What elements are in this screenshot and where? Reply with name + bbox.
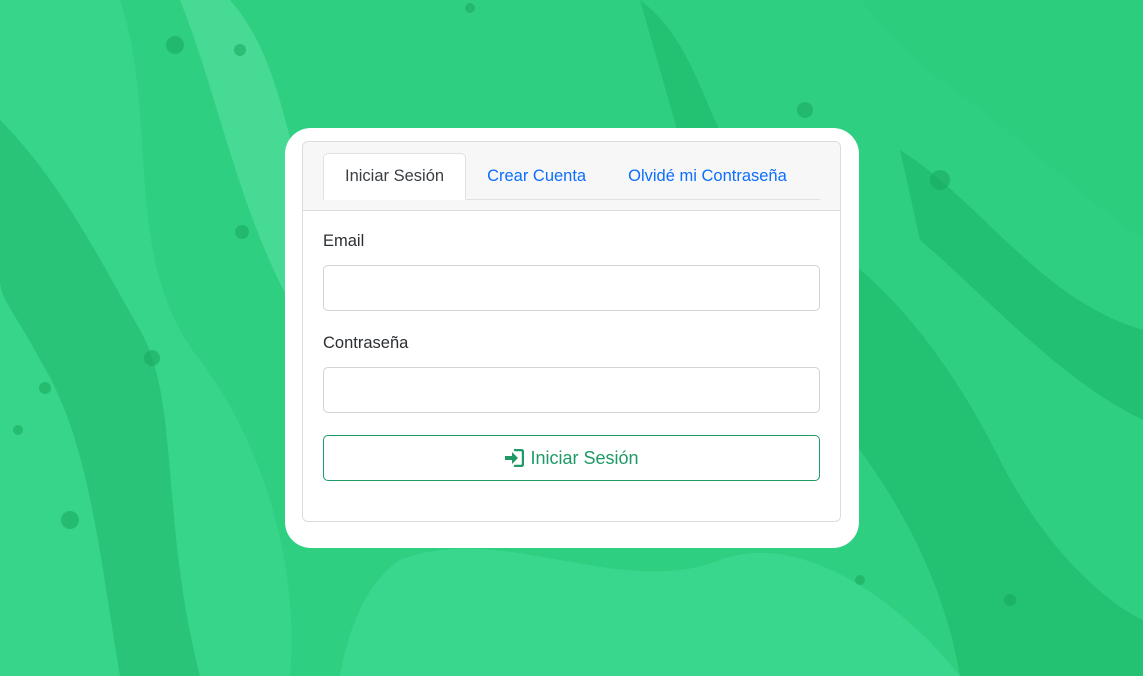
panel-header: Iniciar Sesión Crear Cuenta Olvidé mi Co… [303, 142, 840, 211]
email-field[interactable] [323, 265, 820, 311]
login-submit-button[interactable]: Iniciar Sesión [323, 435, 820, 481]
password-label: Contraseña [323, 334, 409, 352]
tab-login[interactable]: Iniciar Sesión [323, 153, 467, 200]
login-card: Iniciar Sesión Crear Cuenta Olvidé mi Co… [285, 128, 859, 548]
email-label: Email [323, 232, 365, 250]
tab-create-account[interactable]: Crear Cuenta [466, 153, 607, 199]
password-field[interactable] [323, 367, 820, 413]
tab-forgot-password[interactable]: Olvidé mi Contraseña [607, 153, 808, 199]
auth-tabs: Iniciar Sesión Crear Cuenta Olvidé mi Co… [323, 152, 820, 200]
login-panel: Iniciar Sesión Crear Cuenta Olvidé mi Co… [302, 141, 841, 522]
login-submit-label: Iniciar Sesión [530, 447, 639, 468]
sign-in-icon [504, 449, 525, 467]
